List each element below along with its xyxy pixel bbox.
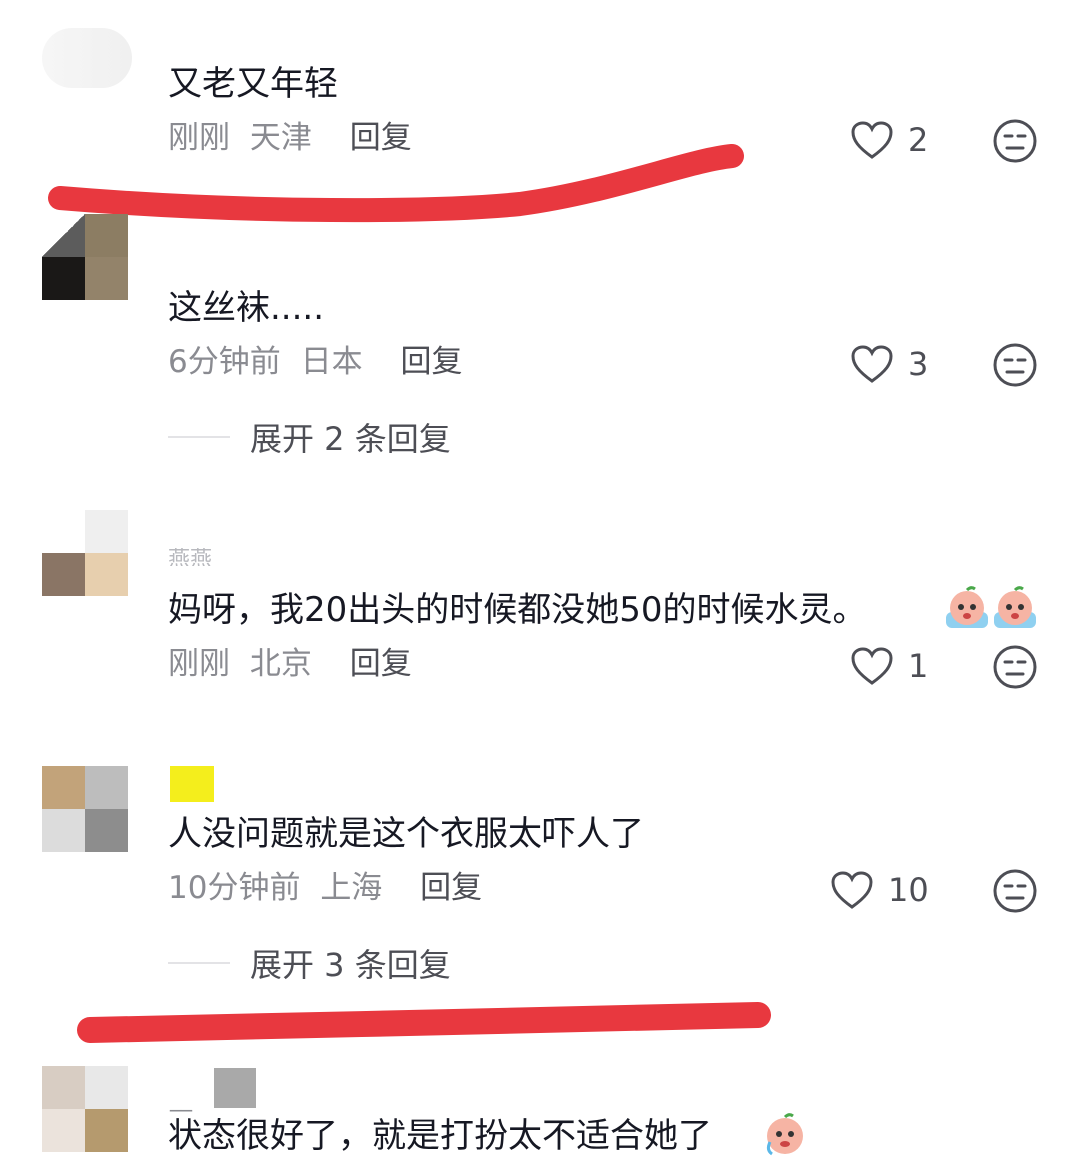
crying-peach-emoji bbox=[946, 586, 1036, 628]
heart-outline-icon bbox=[851, 647, 893, 685]
avatar[interactable] bbox=[42, 510, 128, 596]
username[interactable]: __ bbox=[170, 1088, 192, 1112]
expand-replies-button[interactable]: 展开 3 条回复 bbox=[168, 940, 451, 986]
comment-location: 上海 bbox=[320, 870, 383, 906]
comment-time: 刚刚 bbox=[168, 646, 230, 682]
heart-outline-icon bbox=[831, 871, 873, 909]
expand-label: 展开 2 条回复 bbox=[250, 420, 451, 458]
heart-outline-icon bbox=[851, 345, 893, 383]
avatar[interactable] bbox=[42, 28, 132, 88]
meh-face-icon[interactable] bbox=[992, 644, 1038, 690]
expand-label: 展开 3 条回复 bbox=[250, 946, 451, 984]
comment-time: 刚刚 bbox=[168, 120, 230, 156]
avatar[interactable] bbox=[42, 766, 128, 852]
avatar[interactable] bbox=[42, 214, 128, 300]
heart-outline-icon bbox=[851, 121, 893, 159]
comment-meta: 刚刚 北京 回复 bbox=[168, 646, 412, 682]
like-count: 10 bbox=[888, 871, 929, 909]
reply-button[interactable]: 回复 bbox=[350, 120, 412, 156]
like-button[interactable]: 1 bbox=[850, 646, 928, 686]
like-button[interactable]: 3 bbox=[850, 344, 928, 384]
like-count: 1 bbox=[908, 647, 929, 685]
comment-text: 这丝袜..... bbox=[168, 288, 325, 328]
comment-text: 人没问题就是这个衣服太吓人了 bbox=[168, 814, 644, 854]
meh-face-icon[interactable] bbox=[992, 118, 1038, 164]
like-count: 2 bbox=[908, 121, 929, 159]
expand-divider bbox=[168, 962, 230, 964]
comment-time: 6分钟前 bbox=[168, 344, 281, 380]
reply-button[interactable]: 回复 bbox=[400, 344, 462, 380]
comment-text: 又老又年轻 bbox=[168, 64, 338, 104]
comment-text: 妈呀，我20出头的时候都没她50的时候水灵。 bbox=[168, 590, 867, 630]
reply-button[interactable]: 回复 bbox=[350, 646, 412, 682]
expand-divider bbox=[168, 436, 230, 438]
comment-location: 天津 bbox=[249, 120, 312, 156]
meh-face-icon[interactable] bbox=[992, 868, 1038, 914]
comment-text: 状态很好了，就是打扮太不适合她了 bbox=[168, 1116, 712, 1156]
like-button[interactable]: 2 bbox=[850, 120, 928, 160]
username[interactable]: 燕燕 bbox=[168, 548, 212, 566]
comment-time: 10分钟前 bbox=[168, 870, 301, 906]
like-count: 3 bbox=[908, 345, 929, 383]
expand-replies-button[interactable]: 展开 2 条回复 bbox=[168, 414, 451, 460]
username-redaction bbox=[170, 766, 214, 802]
username-redaction bbox=[214, 1068, 256, 1108]
comment-meta: 6分钟前 日本 回复 bbox=[168, 344, 462, 380]
comment-location: 北京 bbox=[249, 646, 312, 682]
crying-peach-emoji bbox=[766, 1113, 803, 1156]
comment-location: 日本 bbox=[300, 344, 363, 380]
like-button[interactable]: 10 bbox=[830, 870, 929, 910]
meh-face-icon[interactable] bbox=[992, 342, 1038, 388]
comment-meta: 刚刚 天津 回复 bbox=[168, 120, 412, 156]
highlight-strokes bbox=[48, 144, 771, 1043]
avatar[interactable] bbox=[42, 1066, 128, 1152]
comment-meta: 10分钟前 上海 回复 bbox=[168, 870, 482, 906]
reply-button[interactable]: 回复 bbox=[420, 870, 482, 906]
